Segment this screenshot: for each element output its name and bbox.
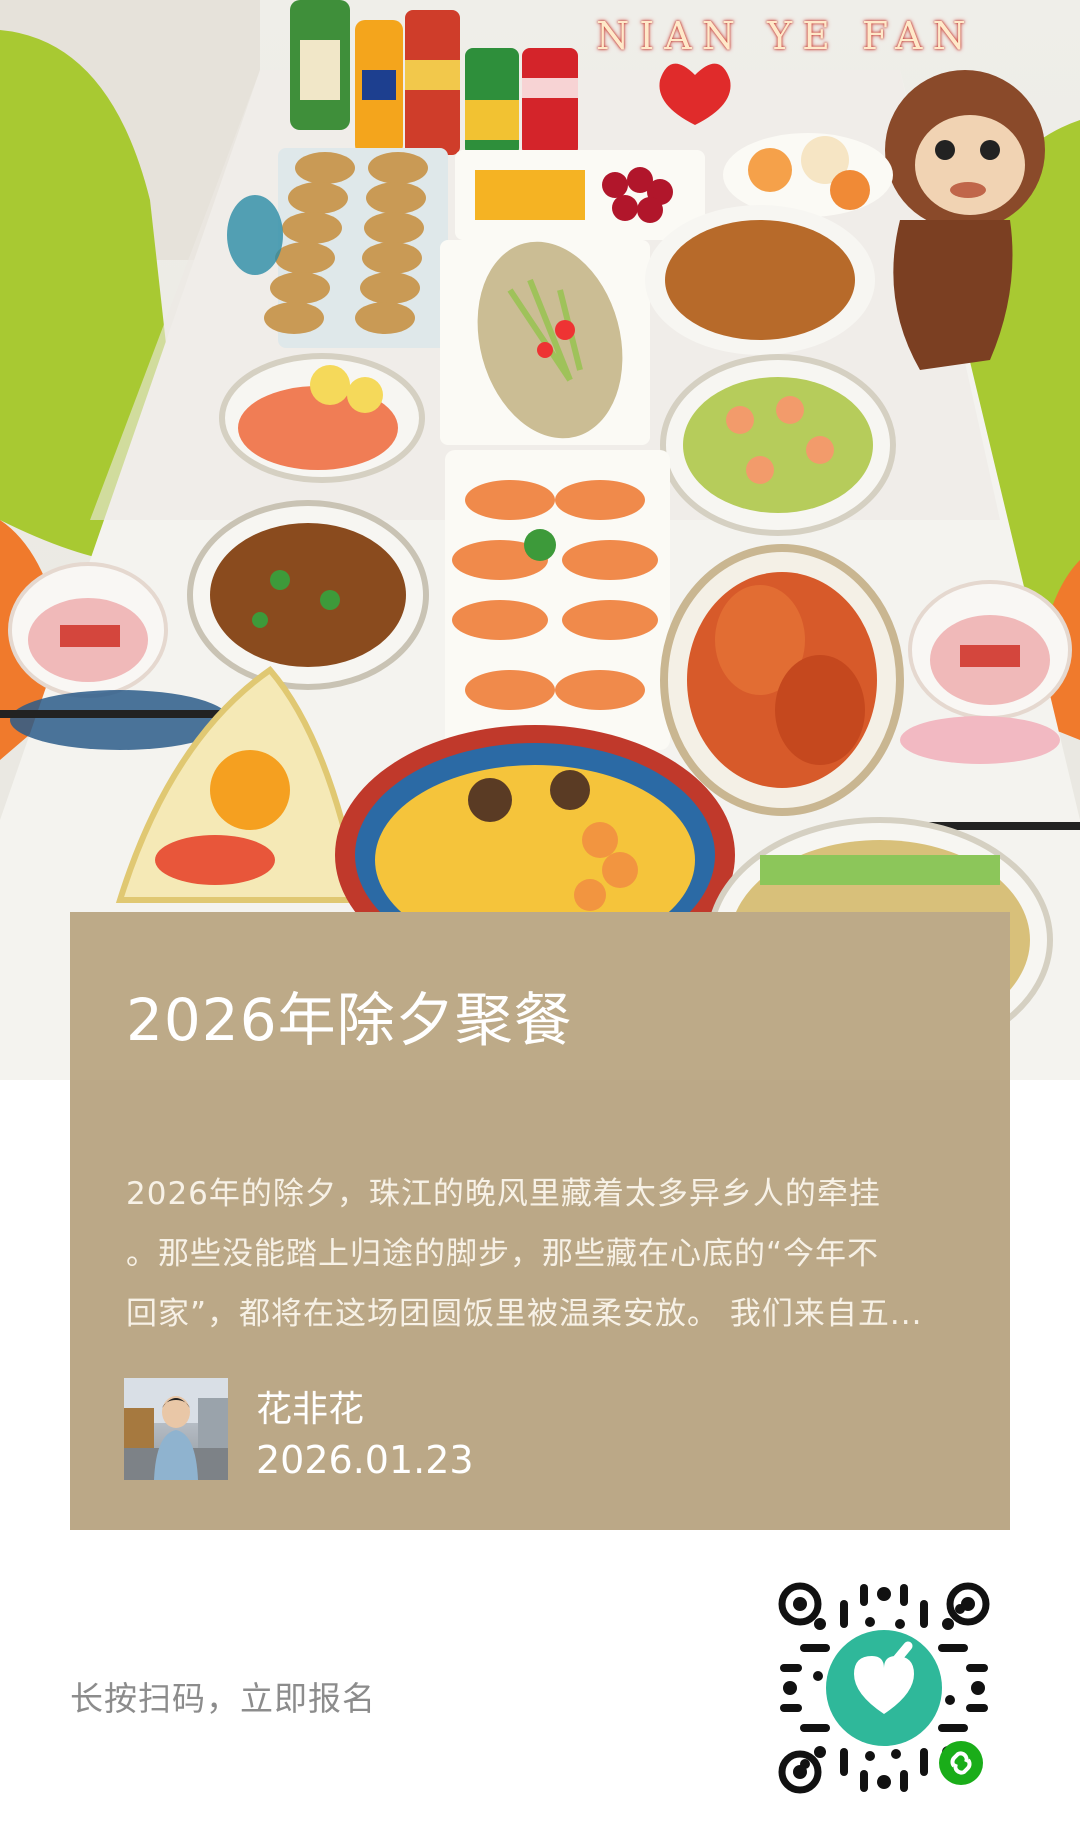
banner-text: NIAN YE FAN: [596, 14, 976, 58]
description-line: 2026年的除夕，珠江的晚风里藏着太多异乡人的牵挂: [126, 1176, 881, 1212]
description-line: 回家”，都将在这场团圆饭里被温柔安放。 我们来自五...: [126, 1296, 923, 1332]
description-line: 。那些没能踏上归途的脚步，那些藏在心底的“今年不: [126, 1236, 880, 1272]
event-title: 2026年除夕聚餐: [126, 986, 573, 1054]
mini-program-link-icon: [938, 1740, 984, 1786]
scan-hint: 长按扫码，立即报名: [70, 1679, 376, 1718]
event-description: 2026年的除夕，珠江的晚风里藏着太多异乡人的牵挂 。那些没能踏上归途的脚步，那…: [126, 1164, 946, 1344]
publish-date: 2026.01.23: [256, 1438, 474, 1482]
avatar: [124, 1378, 228, 1480]
author-name: 花非花: [256, 1389, 365, 1430]
